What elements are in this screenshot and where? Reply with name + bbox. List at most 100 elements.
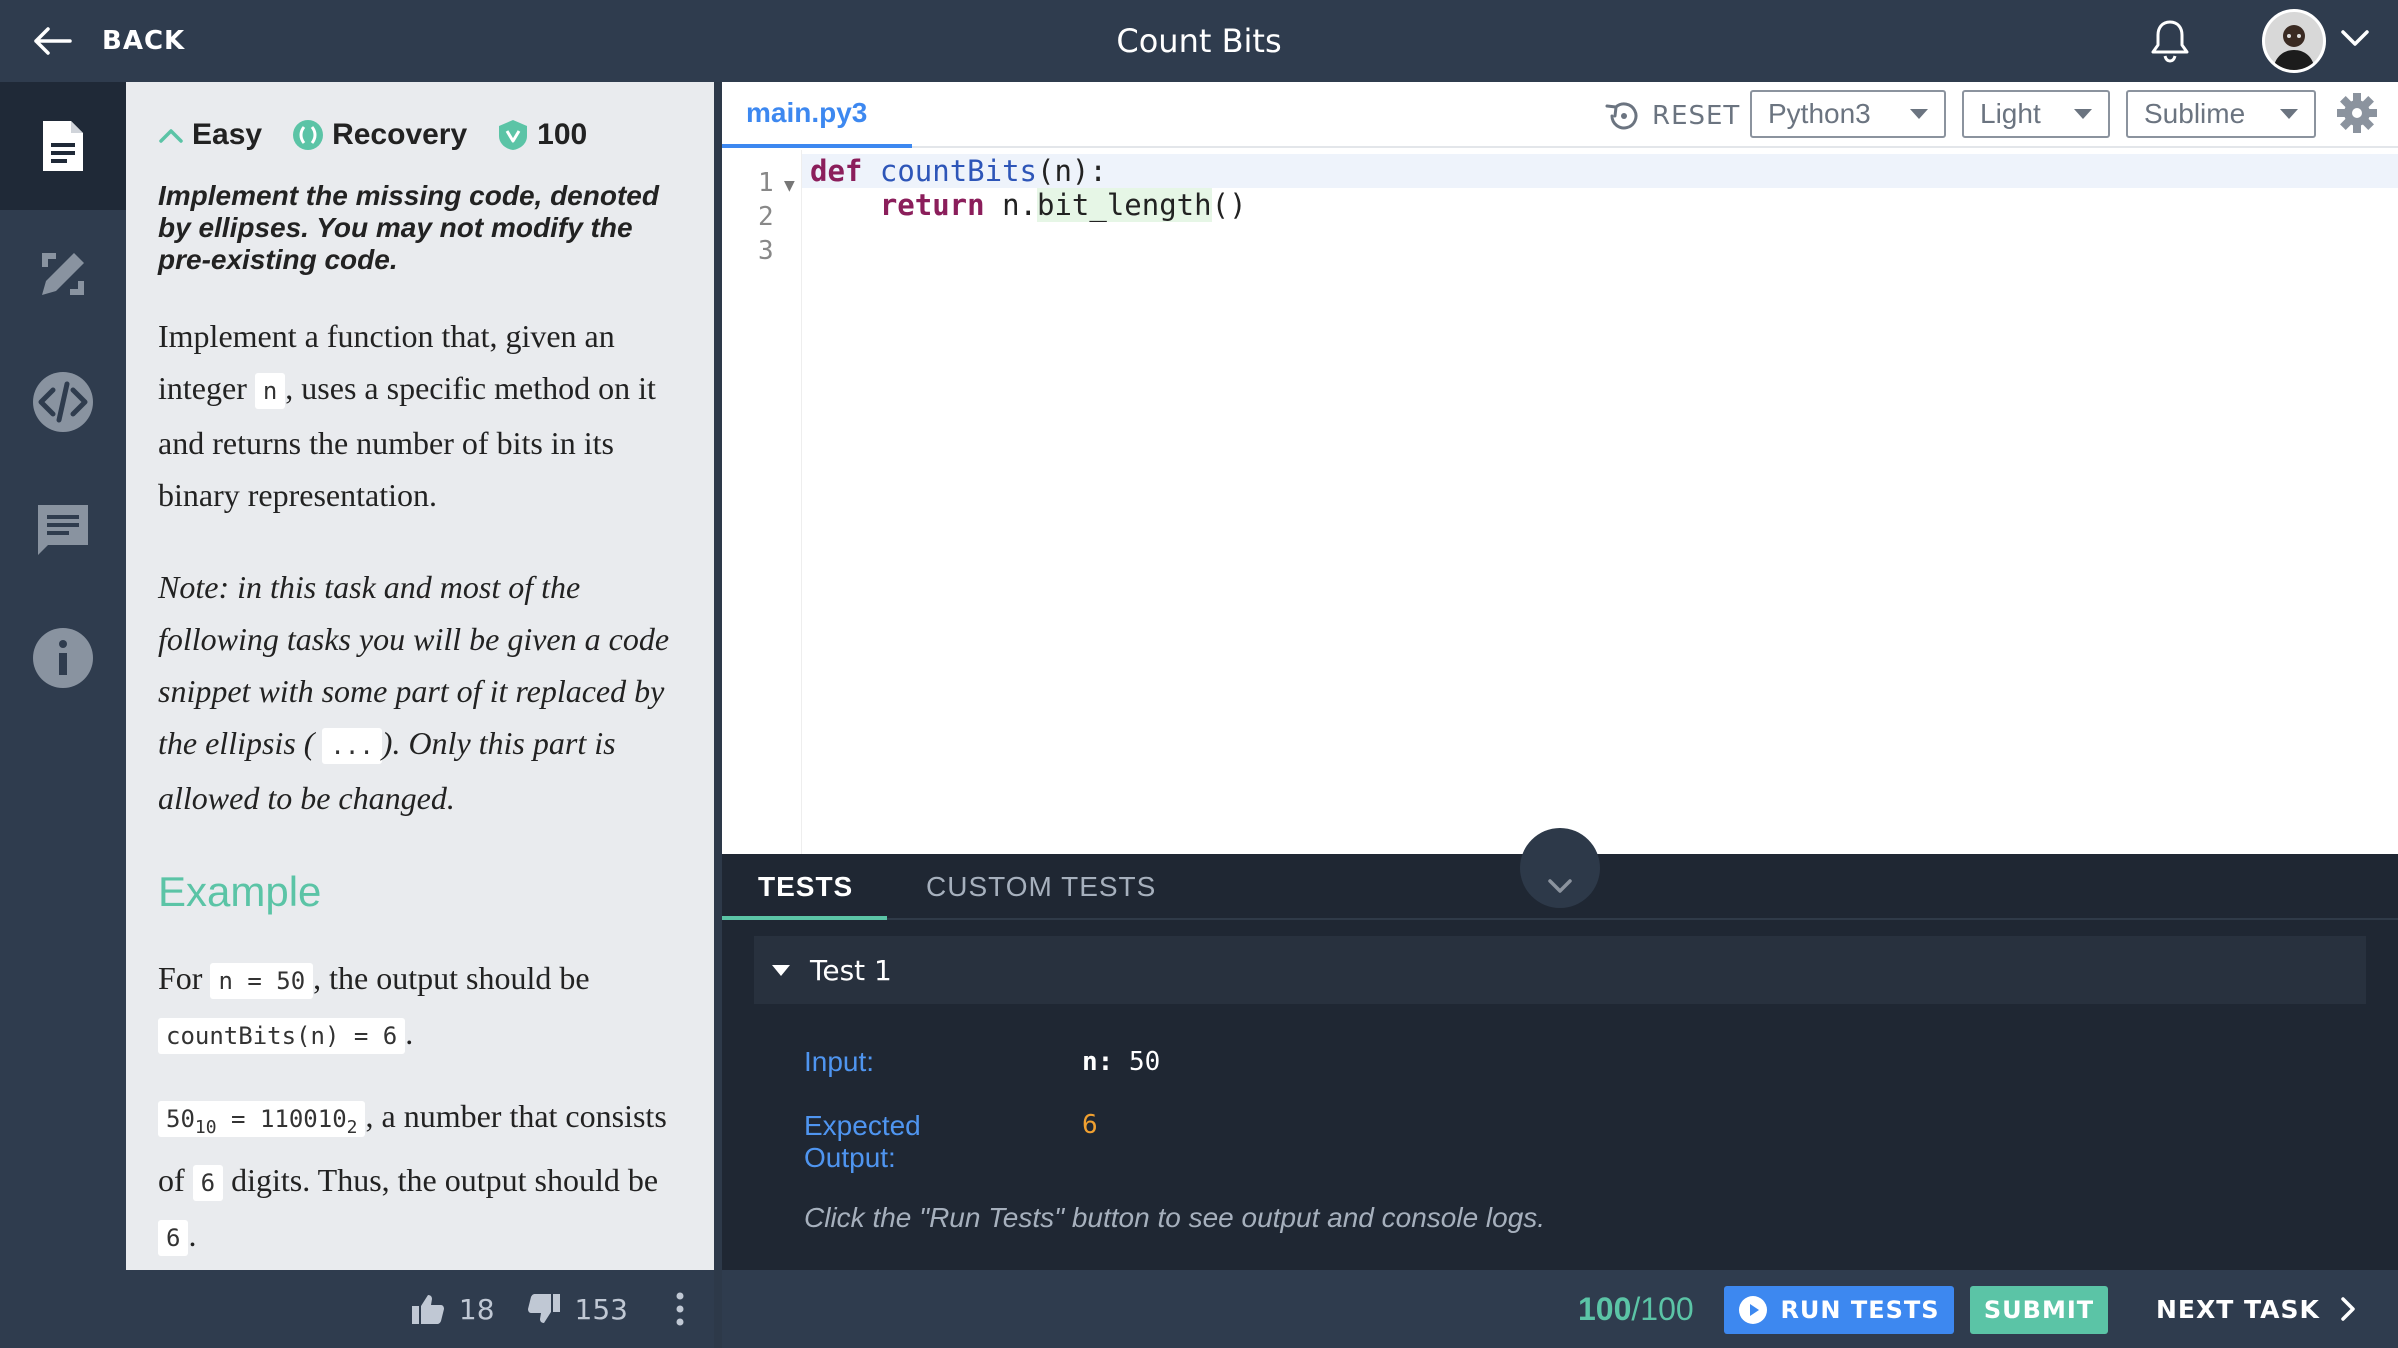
play-icon bbox=[1739, 1296, 1768, 1324]
run-tests-label: RUN TESTS bbox=[1780, 1296, 1940, 1324]
theme-select[interactable]: Light bbox=[1962, 90, 2110, 138]
score-total: /100 bbox=[1631, 1291, 1694, 1327]
thumbs-up-icon[interactable] bbox=[411, 1293, 445, 1325]
submit-button[interactable]: SUBMIT bbox=[1970, 1286, 2108, 1334]
label-line: Expected bbox=[804, 1110, 921, 1141]
code-editor: main.py3 RESET Python3 Light Sublime 1 ▼… bbox=[722, 82, 2398, 854]
upvote-count: 18 bbox=[458, 1292, 495, 1326]
code-text: bit_length bbox=[1037, 188, 1212, 222]
label-line: Output: bbox=[804, 1142, 896, 1173]
caret-down-icon bbox=[1910, 109, 1928, 119]
inline-code: ... bbox=[322, 728, 382, 764]
subscript: 10 bbox=[194, 1116, 217, 1138]
code-icon bbox=[33, 372, 93, 432]
votes: 18 153 bbox=[411, 1270, 684, 1348]
next-task-button[interactable]: NEXT TASK bbox=[2156, 1270, 2356, 1348]
code-part: = 110010 bbox=[216, 1105, 347, 1133]
top-bar: BACK Count Bits bbox=[0, 0, 2398, 82]
rail-item-comments[interactable] bbox=[0, 466, 126, 594]
inline-code: 5010 = 1100102 bbox=[158, 1101, 366, 1138]
caret-down-icon bbox=[772, 964, 790, 976]
task-meta: Easy Recovery 100 bbox=[158, 112, 684, 158]
code-line-1[interactable]: def countBits(n): bbox=[810, 154, 1107, 188]
score: 100/100 bbox=[1578, 1270, 1694, 1348]
reset-label: RESET bbox=[1652, 101, 1741, 131]
code-line-2[interactable]: return n.bit_length() bbox=[810, 188, 1247, 222]
input-label: Input: bbox=[804, 1046, 875, 1077]
bell-icon[interactable] bbox=[2150, 18, 2190, 68]
inline-code: n = 50 bbox=[210, 963, 314, 999]
task-description: Easy Recovery 100 Implement the missing … bbox=[126, 82, 714, 1270]
reset-button[interactable]: RESET bbox=[1604, 94, 1740, 138]
rail-item-info[interactable] bbox=[0, 594, 126, 722]
tab-tests[interactable]: TESTS bbox=[758, 854, 853, 920]
fold-arrow-icon[interactable]: ▼ bbox=[784, 178, 795, 194]
back-label: BACK bbox=[102, 26, 186, 56]
tab-underline bbox=[722, 916, 887, 920]
tests-panel: TESTS CUSTOM TESTS Test 1 Input: n: 50 E… bbox=[722, 828, 2398, 1270]
test-1-header[interactable]: Test 1 bbox=[754, 936, 2366, 1004]
chevron-down-icon bbox=[1548, 879, 1572, 893]
points-icon bbox=[499, 120, 528, 150]
language-select[interactable]: Python3 bbox=[1750, 90, 1946, 138]
tab-custom-tests[interactable]: CUSTOM TESTS bbox=[926, 854, 1156, 920]
input-value: n: 50 bbox=[1082, 1047, 1160, 1077]
subscript: 2 bbox=[346, 1116, 358, 1138]
input-key: n: bbox=[1082, 1047, 1114, 1077]
function-name: countBits bbox=[879, 154, 1037, 188]
example-text: digits. Thus, the output should be bbox=[231, 1161, 659, 1198]
category-label: Recovery bbox=[332, 118, 468, 151]
example-text: . bbox=[188, 1216, 197, 1253]
recovery-icon bbox=[293, 120, 324, 150]
info-icon bbox=[33, 628, 93, 688]
example-1: For n = 50, the output should be countBi… bbox=[158, 952, 684, 1062]
arrow-left-icon bbox=[34, 27, 72, 55]
caret-down-icon bbox=[2074, 109, 2092, 119]
keyword: return bbox=[879, 188, 985, 222]
more-options-icon[interactable] bbox=[676, 1292, 684, 1326]
task-text: Implement a function that, given an inte… bbox=[158, 310, 684, 521]
line-number: 2 bbox=[758, 202, 774, 232]
difficulty-label: Easy bbox=[192, 118, 263, 151]
example-text: . bbox=[405, 1015, 414, 1051]
file-tab[interactable]: main.py3 bbox=[746, 82, 867, 148]
comments-icon bbox=[38, 505, 88, 555]
next-task-label: NEXT TASK bbox=[2156, 1294, 2320, 1324]
keymap-select[interactable]: Sublime bbox=[2126, 90, 2316, 138]
score-value: 100 bbox=[1578, 1291, 1632, 1327]
rail-item-description[interactable] bbox=[0, 82, 126, 210]
example-text: , the output should be bbox=[313, 960, 590, 996]
file-tab-underline bbox=[722, 144, 912, 148]
code-part: 50 bbox=[166, 1105, 195, 1133]
feedback-bar: 18 153 bbox=[0, 1270, 714, 1348]
theme-value: Light bbox=[1980, 98, 2041, 129]
keyword: def bbox=[810, 154, 863, 188]
chevron-up-icon bbox=[159, 129, 183, 143]
chevron-down-icon[interactable] bbox=[2340, 28, 2370, 54]
inline-code: n bbox=[254, 373, 286, 409]
downvote-count: 153 bbox=[574, 1292, 628, 1326]
line-gutter: 1 ▼ 2 3 bbox=[722, 150, 802, 854]
gear-icon[interactable] bbox=[2336, 92, 2378, 138]
rail-item-solutions[interactable] bbox=[0, 210, 126, 338]
run-tests-button[interactable]: RUN TESTS bbox=[1724, 1286, 1954, 1334]
rail-item-code[interactable] bbox=[0, 338, 126, 466]
avatar[interactable] bbox=[2262, 9, 2326, 73]
collapse-panel-button[interactable] bbox=[1520, 828, 1600, 908]
thumbs-down-icon[interactable] bbox=[527, 1293, 561, 1325]
page-title: Count Bits bbox=[1116, 22, 1282, 60]
chevron-right-icon bbox=[2341, 1297, 2355, 1321]
example-text: For bbox=[158, 960, 203, 996]
task-note: Note: in this task and most of the follo… bbox=[158, 561, 684, 824]
example-2: 5010 = 1100102, a number that consists o… bbox=[158, 1090, 684, 1264]
test-name: Test 1 bbox=[810, 953, 892, 987]
solutions-icon bbox=[42, 253, 84, 295]
code-text: (n): bbox=[1037, 154, 1107, 188]
back-button[interactable]: BACK bbox=[32, 0, 185, 82]
expected-output-value: 6 bbox=[1082, 1110, 1098, 1140]
reset-icon bbox=[1605, 102, 1638, 130]
description-icon bbox=[43, 121, 83, 171]
input-number: 50 bbox=[1128, 1047, 1161, 1077]
example-heading: Example bbox=[158, 868, 322, 915]
editor-toolbar: main.py3 RESET Python3 Light Sublime bbox=[722, 82, 2398, 148]
